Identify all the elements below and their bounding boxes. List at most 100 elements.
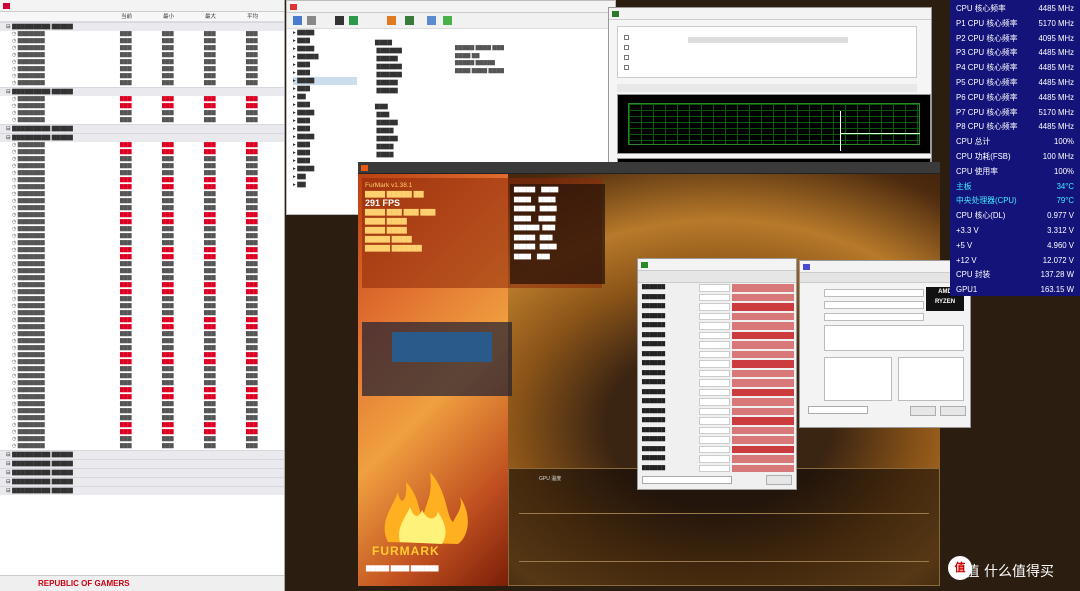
sensor-row[interactable]: ◷ ▇▇▇▇▇▇▇ ▇▇▇ ▇▇▇ ▇▇▇ ▇▇▇	[0, 310, 284, 317]
col-avg[interactable]: 平均	[244, 12, 284, 22]
validate-button[interactable]	[940, 406, 966, 416]
sensor-row[interactable]: ◷ ▇▇▇▇▇▇▇ ▇▇▇ ▇▇▇ ▇▇▇ ▇▇▇	[0, 198, 284, 205]
back-icon[interactable]	[293, 16, 302, 25]
col-name[interactable]	[0, 12, 118, 22]
gpuz-tabs[interactable]	[638, 271, 796, 283]
sensor-row[interactable]: ◷ ▇▇▇▇▇▇▇ ▇▇▇ ▇▇▇ ▇▇▇ ▇▇▇	[0, 443, 284, 450]
sensor-row[interactable]: ◷ ▇▇▇▇▇▇▇ ▇▇▇ ▇▇▇ ▇▇▇ ▇▇▇	[0, 191, 284, 198]
sensor-group-header[interactable]: ⊟ ▇▇▇▇▇▇▇▇▇ ▇▇▇▇▇	[0, 477, 284, 486]
refresh-icon[interactable]	[349, 16, 358, 25]
sensor-row[interactable]: ◷ ▇▇▇▇▇▇▇ ▇▇▇ ▇▇▇ ▇▇▇ ▇▇▇	[0, 247, 284, 254]
sensor-group-header[interactable]: ⊟ ▇▇▇▇▇▇▇▇▇ ▇▇▇▇▇	[0, 450, 284, 459]
sensor-row[interactable]: ◷ ▇▇▇▇▇▇▇ ▇▇▇ ▇▇▇ ▇▇▇ ▇▇▇	[0, 38, 284, 45]
sensor-row[interactable]: ◷ ▇▇▇▇▇▇▇ ▇▇▇ ▇▇▇ ▇▇▇ ▇▇▇	[0, 219, 284, 226]
gpuz-close-button[interactable]	[766, 475, 792, 485]
sensor-row[interactable]: ◷ ▇▇▇▇▇▇▇ ▇▇▇ ▇▇▇ ▇▇▇ ▇▇▇	[0, 66, 284, 73]
gpu-select[interactable]	[642, 476, 732, 484]
sensor-row[interactable]: ◷ ▇▇▇▇▇▇▇ ▇▇▇ ▇▇▇ ▇▇▇ ▇▇▇	[0, 317, 284, 324]
sensor-row[interactable]: ◷ ▇▇▇▇▇▇▇ ▇▇▇ ▇▇▇ ▇▇▇ ▇▇▇	[0, 240, 284, 247]
graph-tabs[interactable]	[617, 84, 917, 92]
sensor-row[interactable]: ◷ ▇▇▇▇▇▇▇ ▇▇▇ ▇▇▇ ▇▇▇ ▇▇▇	[0, 212, 284, 219]
stress-checkbox[interactable]	[624, 55, 629, 60]
system-info-titlebar[interactable]	[287, 1, 615, 13]
sensor-row[interactable]: ◷ ▇▇▇▇▇▇▇ ▇▇▇ ▇▇▇ ▇▇▇ ▇▇▇	[0, 415, 284, 422]
sensor-row[interactable]: ◷ ▇▇▇▇▇▇▇ ▇▇▇ ▇▇▇ ▇▇▇ ▇▇▇	[0, 110, 284, 117]
sensor-row[interactable]: ◷ ▇▇▇▇▇▇▇ ▇▇▇ ▇▇▇ ▇▇▇ ▇▇▇	[0, 387, 284, 394]
tools-button[interactable]	[910, 406, 936, 416]
cpuz-titlebar[interactable]	[800, 261, 970, 273]
sensor-row[interactable]: ◷ ▇▇▇▇▇▇▇ ▇▇▇ ▇▇▇ ▇▇▇ ▇▇▇	[0, 233, 284, 240]
sensor-group-header[interactable]: ⊟ ▇▇▇▇▇▇▇▇▇ ▇▇▇▇▇	[0, 459, 284, 468]
sensor-group-header[interactable]: ⊟ ▇▇▇▇▇▇▇▇▇ ▇▇▇▇▇	[0, 22, 284, 31]
sensor-row[interactable]: ◷ ▇▇▇▇▇▇▇ ▇▇▇ ▇▇▇ ▇▇▇ ▇▇▇	[0, 117, 284, 124]
stability-titlebar[interactable]	[609, 8, 931, 20]
sensor-row[interactable]: ◷ ▇▇▇▇▇▇▇ ▇▇▇ ▇▇▇ ▇▇▇ ▇▇▇	[0, 73, 284, 80]
cpuz-tabs[interactable]	[800, 273, 970, 283]
sensor-row[interactable]: ◷ ▇▇▇▇▇▇▇ ▇▇▇ ▇▇▇ ▇▇▇ ▇▇▇	[0, 373, 284, 380]
sensor-row[interactable]: ◷ ▇▇▇▇▇▇▇ ▇▇▇ ▇▇▇ ▇▇▇ ▇▇▇	[0, 103, 284, 110]
sensor-row[interactable]: ◷ ▇▇▇▇▇▇▇ ▇▇▇ ▇▇▇ ▇▇▇ ▇▇▇	[0, 303, 284, 310]
stress-checkbox[interactable]	[624, 65, 629, 70]
download-icon[interactable]	[443, 16, 452, 25]
sensor-row[interactable]: ◷ ▇▇▇▇▇▇▇ ▇▇▇ ▇▇▇ ▇▇▇ ▇▇▇	[0, 422, 284, 429]
sensor-row[interactable]: ◷ ▇▇▇▇▇▇▇ ▇▇▇ ▇▇▇ ▇▇▇ ▇▇▇	[0, 429, 284, 436]
sensor-row[interactable]: ◷ ▇▇▇▇▇▇▇ ▇▇▇ ▇▇▇ ▇▇▇ ▇▇▇	[0, 345, 284, 352]
sensor-row[interactable]: ◷ ▇▇▇▇▇▇▇ ▇▇▇ ▇▇▇ ▇▇▇ ▇▇▇	[0, 177, 284, 184]
sensor-row[interactable]: ◷ ▇▇▇▇▇▇▇ ▇▇▇ ▇▇▇ ▇▇▇ ▇▇▇	[0, 184, 284, 191]
col-max[interactable]: 最大	[202, 12, 244, 22]
sensor-row[interactable]: ◷ ▇▇▇▇▇▇▇ ▇▇▇ ▇▇▇ ▇▇▇ ▇▇▇	[0, 408, 284, 415]
sensor-row[interactable]: ◷ ▇▇▇▇▇▇▇ ▇▇▇ ▇▇▇ ▇▇▇ ▇▇▇	[0, 149, 284, 156]
sensor-row[interactable]: ◷ ▇▇▇▇▇▇▇ ▇▇▇ ▇▇▇ ▇▇▇ ▇▇▇	[0, 156, 284, 163]
sensor-row[interactable]: ◷ ▇▇▇▇▇▇▇ ▇▇▇ ▇▇▇ ▇▇▇ ▇▇▇	[0, 163, 284, 170]
sensor-row[interactable]: ◷ ▇▇▇▇▇▇▇ ▇▇▇ ▇▇▇ ▇▇▇ ▇▇▇	[0, 31, 284, 38]
sensor-row[interactable]: ◷ ▇▇▇▇▇▇▇ ▇▇▇ ▇▇▇ ▇▇▇ ▇▇▇	[0, 331, 284, 338]
sensor-row[interactable]: ◷ ▇▇▇▇▇▇▇ ▇▇▇ ▇▇▇ ▇▇▇ ▇▇▇	[0, 296, 284, 303]
sensor-row[interactable]: ◷ ▇▇▇▇▇▇▇ ▇▇▇ ▇▇▇ ▇▇▇ ▇▇▇	[0, 268, 284, 275]
benchmark-icon[interactable]	[387, 16, 396, 25]
report-icon[interactable]	[335, 16, 344, 25]
furmark-titlebar[interactable]	[358, 162, 940, 174]
stability-icon[interactable]	[405, 16, 414, 25]
sensor-row[interactable]: ◷ ▇▇▇▇▇▇▇ ▇▇▇ ▇▇▇ ▇▇▇ ▇▇▇	[0, 205, 284, 212]
stress-checkbox[interactable]	[624, 35, 629, 40]
sensor-group-header[interactable]: ⊟ ▇▇▇▇▇▇▇▇▇ ▇▇▇▇▇	[0, 486, 284, 495]
sensor-row[interactable]: ◷ ▇▇▇▇▇▇▇ ▇▇▇ ▇▇▇ ▇▇▇ ▇▇▇	[0, 366, 284, 373]
sensor-row[interactable]: ◷ ▇▇▇▇▇▇▇ ▇▇▇ ▇▇▇ ▇▇▇ ▇▇▇	[0, 45, 284, 52]
gpuz-titlebar[interactable]	[638, 259, 796, 271]
col-min[interactable]: 最小	[160, 12, 202, 22]
sensor-row[interactable]: ◷ ▇▇▇▇▇▇▇ ▇▇▇ ▇▇▇ ▇▇▇ ▇▇▇	[0, 261, 284, 268]
sensor-row[interactable]: ◷ ▇▇▇▇▇▇▇ ▇▇▇ ▇▇▇ ▇▇▇ ▇▇▇	[0, 254, 284, 261]
sensor-row[interactable]: ◷ ▇▇▇▇▇▇▇ ▇▇▇ ▇▇▇ ▇▇▇ ▇▇▇	[0, 275, 284, 282]
sensor-row[interactable]: ◷ ▇▇▇▇▇▇▇ ▇▇▇ ▇▇▇ ▇▇▇ ▇▇▇	[0, 338, 284, 345]
sensor-row[interactable]: ◷ ▇▇▇▇▇▇▇ ▇▇▇ ▇▇▇ ▇▇▇ ▇▇▇	[0, 170, 284, 177]
hwinfo-titlebar[interactable]	[0, 0, 284, 12]
option-row[interactable]	[768, 37, 848, 43]
stress-checkbox[interactable]	[624, 45, 629, 50]
sensor-row[interactable]: ◷ ▇▇▇▇▇▇▇ ▇▇▇ ▇▇▇ ▇▇▇ ▇▇▇	[0, 80, 284, 87]
processor-select[interactable]	[808, 406, 868, 414]
sensor-row[interactable]: ◷ ▇▇▇▇▇▇▇ ▇▇▇ ▇▇▇ ▇▇▇ ▇▇▇	[0, 282, 284, 289]
col-current[interactable]: 当前	[118, 12, 160, 22]
sensor-row[interactable]: ◷ ▇▇▇▇▇▇▇ ▇▇▇ ▇▇▇ ▇▇▇ ▇▇▇	[0, 401, 284, 408]
sensor-row[interactable]: ◷ ▇▇▇▇▇▇▇ ▇▇▇ ▇▇▇ ▇▇▇ ▇▇▇	[0, 59, 284, 66]
sensor-row[interactable]: ◷ ▇▇▇▇▇▇▇ ▇▇▇ ▇▇▇ ▇▇▇ ▇▇▇	[0, 436, 284, 443]
sensor-group-header[interactable]: ⊟ ▇▇▇▇▇▇▇▇▇ ▇▇▇▇▇	[0, 124, 284, 133]
sensor-row[interactable]: ◷ ▇▇▇▇▇▇▇ ▇▇▇ ▇▇▇ ▇▇▇ ▇▇▇	[0, 226, 284, 233]
option-row[interactable]	[688, 37, 768, 43]
hwinfo-sensor-list[interactable]: ⊟ ▇▇▇▇▇▇▇▇▇ ▇▇▇▇▇ ◷ ▇▇▇▇▇▇▇ ▇▇▇ ▇▇▇ ▇▇▇ ▇▇▇ ◷ …	[0, 22, 284, 495]
sensor-row[interactable]: ◷ ▇▇▇▇▇▇▇ ▇▇▇ ▇▇▇ ▇▇▇ ▇▇▇	[0, 380, 284, 387]
sensor-row[interactable]: ◷ ▇▇▇▇▇▇▇ ▇▇▇ ▇▇▇ ▇▇▇ ▇▇▇	[0, 394, 284, 401]
sensor-row[interactable]: ◷ ▇▇▇▇▇▇▇ ▇▇▇ ▇▇▇ ▇▇▇ ▇▇▇	[0, 289, 284, 296]
menu-tree[interactable]: ▸ ▇▇▇▇ ▸ ▇▇▇ ▸ ▇▇▇▇ ▸ ▇▇▇▇▇ ▸ ▇▇▇ ▸ ▇▇▇ ▸ ▇▇▇▇…	[287, 29, 357, 189]
forward-icon[interactable]	[307, 16, 316, 25]
sensor-row[interactable]: ◷ ▇▇▇▇▇▇▇ ▇▇▇ ▇▇▇ ▇▇▇ ▇▇▇	[0, 359, 284, 366]
sensor-group-header[interactable]: ⊟ ▇▇▇▇▇▇▇▇▇ ▇▇▇▇▇	[0, 133, 284, 142]
search-icon[interactable]	[427, 16, 436, 25]
sensor-group-header[interactable]: ⊟ ▇▇▇▇▇▇▇▇▇ ▇▇▇▇▇	[0, 468, 284, 477]
sensor-row[interactable]: ◷ ▇▇▇▇▇▇▇ ▇▇▇ ▇▇▇ ▇▇▇ ▇▇▇	[0, 142, 284, 149]
sensor-row[interactable]: ◷ ▇▇▇▇▇▇▇ ▇▇▇ ▇▇▇ ▇▇▇ ▇▇▇	[0, 352, 284, 359]
sensor-row[interactable]: ◷ ▇▇▇▇▇▇▇ ▇▇▇ ▇▇▇ ▇▇▇ ▇▇▇	[0, 52, 284, 59]
sensor-row[interactable]: ◷ ▇▇▇▇▇▇▇ ▇▇▇ ▇▇▇ ▇▇▇ ▇▇▇	[0, 96, 284, 103]
sensor-row[interactable]: ◷ ▇▇▇▇▇▇▇ ▇▇▇ ▇▇▇ ▇▇▇ ▇▇▇	[0, 324, 284, 331]
sensor-group-header[interactable]: ⊟ ▇▇▇▇▇▇▇▇▇ ▇▇▇▇▇	[0, 87, 284, 96]
